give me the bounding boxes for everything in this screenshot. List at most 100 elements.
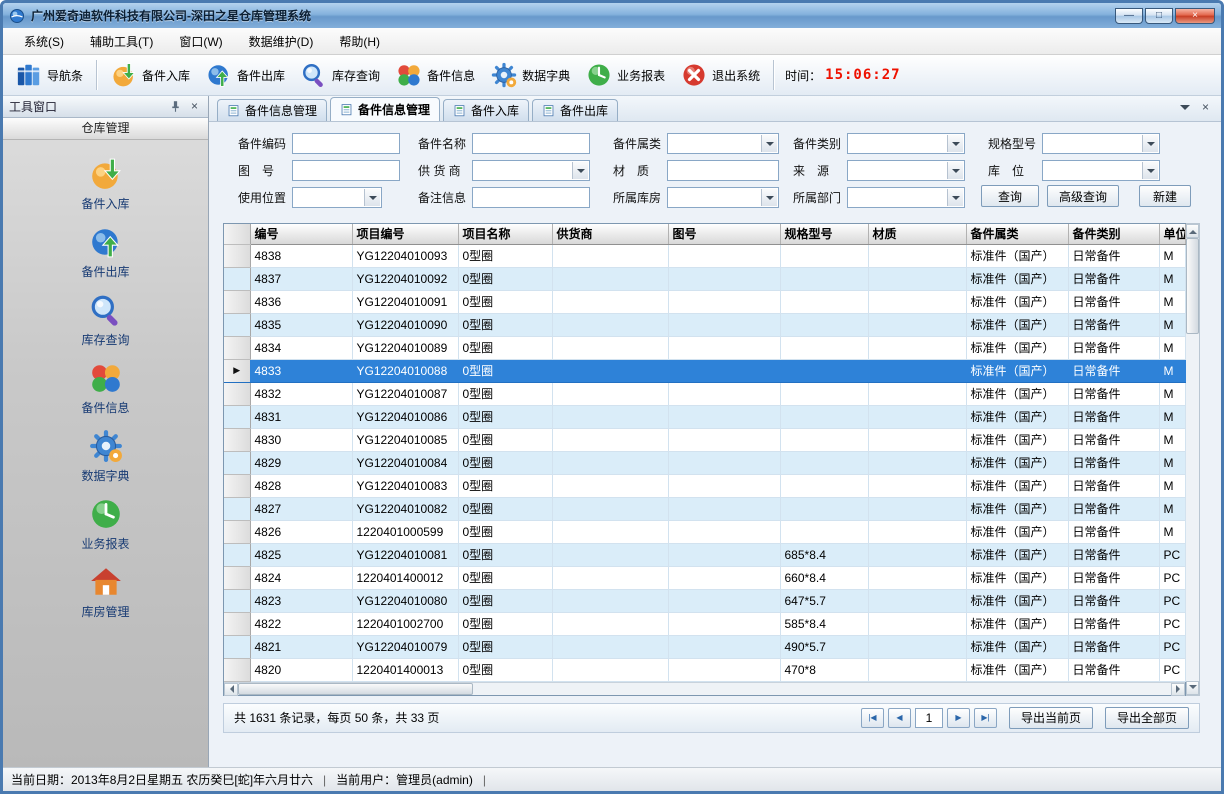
grid-cell[interactable] <box>668 612 780 635</box>
grid-cell[interactable] <box>780 497 868 520</box>
grid-cell[interactable] <box>552 451 668 474</box>
grid-cell[interactable]: 日常备件 <box>1068 474 1159 497</box>
department-select[interactable] <box>847 187 965 208</box>
grid-cell[interactable] <box>668 520 780 543</box>
grid-col-header[interactable]: 备件类别 <box>1068 224 1159 244</box>
grid-cell[interactable]: 4821 <box>250 635 352 658</box>
grid-cell[interactable]: 4822 <box>250 612 352 635</box>
minimize-button[interactable]: — <box>1115 8 1143 24</box>
grid-cell[interactable] <box>668 336 780 359</box>
grid-row[interactable]: 4823YG122040100800型圈647*5.7标准件（国产）日常备件PC <box>224 589 1185 612</box>
grid-cell[interactable] <box>668 451 780 474</box>
grid-cell[interactable]: 标准件（国产） <box>966 451 1068 474</box>
row-selector[interactable] <box>224 451 250 474</box>
grid-cell[interactable] <box>868 612 966 635</box>
grid-col-header[interactable]: 项目编号 <box>352 224 458 244</box>
grid-cell[interactable]: 日常备件 <box>1068 428 1159 451</box>
grid-cell[interactable] <box>668 428 780 451</box>
grid-cell[interactable]: YG12204010087 <box>352 382 458 405</box>
grid-cell[interactable]: 4832 <box>250 382 352 405</box>
grid-cell[interactable]: M <box>1159 382 1185 405</box>
grid-cell[interactable] <box>668 382 780 405</box>
grid-row[interactable]: 482612204010005990型圈标准件（国产）日常备件M <box>224 520 1185 543</box>
grid-cell[interactable]: YG12204010084 <box>352 451 458 474</box>
grid-cell[interactable] <box>780 382 868 405</box>
grid-cell[interactable]: 4828 <box>250 474 352 497</box>
row-selector[interactable] <box>224 405 250 428</box>
grid-cell[interactable]: YG12204010082 <box>352 497 458 520</box>
grid-cell[interactable] <box>552 612 668 635</box>
new-button[interactable]: 新建 <box>1139 185 1191 207</box>
grid-cell[interactable]: 0型圈 <box>458 497 552 520</box>
grid-row[interactable]: 482412204014000120型圈660*8.4标准件（国产）日常备件PC <box>224 566 1185 589</box>
drawing-no-input[interactable] <box>292 160 400 181</box>
grid-row[interactable]: 4821YG122040100790型圈490*5.7标准件（国产）日常备件PC <box>224 635 1185 658</box>
pin-icon[interactable] <box>169 100 182 113</box>
grid-cell[interactable]: 1220401400013 <box>352 658 458 681</box>
grid-cell[interactable] <box>552 336 668 359</box>
grid-cell[interactable]: 标准件（国产） <box>966 244 1068 267</box>
grid-cell[interactable]: 0型圈 <box>458 520 552 543</box>
grid-cell[interactable] <box>780 313 868 336</box>
grid-row[interactable]: 4831YG122040100860型圈标准件（国产）日常备件M <box>224 405 1185 428</box>
location-select[interactable] <box>1042 160 1160 181</box>
grid-cell[interactable]: 0型圈 <box>458 589 552 612</box>
grid-cell[interactable] <box>868 497 966 520</box>
grid-cell[interactable]: 0型圈 <box>458 382 552 405</box>
grid-cell[interactable] <box>552 267 668 290</box>
grid-cell[interactable]: YG12204010088 <box>352 359 458 382</box>
grid-row[interactable]: 482212204010027000型圈585*8.4标准件（国产）日常备件PC <box>224 612 1185 635</box>
query-button[interactable]: 查询 <box>981 185 1039 207</box>
horizontal-scrollbar[interactable] <box>224 682 1185 695</box>
grid-cell[interactable]: 日常备件 <box>1068 635 1159 658</box>
grid-cell[interactable] <box>780 405 868 428</box>
material-input[interactable] <box>667 160 779 181</box>
grid-cell[interactable]: 日常备件 <box>1068 359 1159 382</box>
horizontal-scroll-thumb[interactable] <box>238 683 473 695</box>
export-current-button[interactable]: 导出当前页 <box>1009 707 1093 729</box>
grid-cell[interactable] <box>868 635 966 658</box>
tab-parts-out[interactable]: 备件出库 <box>532 99 618 121</box>
grid-cell[interactable] <box>780 451 868 474</box>
grid-cell[interactable] <box>868 428 966 451</box>
grid-cell[interactable]: 标准件（国产） <box>966 520 1068 543</box>
toolbar-parts-out[interactable]: 备件出库 <box>199 58 292 92</box>
grid-cell[interactable]: 标准件（国产） <box>966 359 1068 382</box>
close-button[interactable]: × <box>1175 8 1215 24</box>
row-selector[interactable] <box>224 474 250 497</box>
grid-cell[interactable] <box>780 428 868 451</box>
sidebar-item-data-dict[interactable]: 数据字典 <box>31 422 181 490</box>
grid-cell[interactable] <box>780 336 868 359</box>
grid-cell[interactable] <box>868 451 966 474</box>
grid-cell[interactable]: YG12204010092 <box>352 267 458 290</box>
remark-input[interactable] <box>472 187 590 208</box>
grid-cell[interactable] <box>868 382 966 405</box>
grid-col-header[interactable]: 材质 <box>868 224 966 244</box>
toolbar-parts-in[interactable]: 备件入库 <box>104 58 197 92</box>
grid-cell[interactable]: 标准件（国产） <box>966 336 1068 359</box>
grid-cell[interactable]: 日常备件 <box>1068 336 1159 359</box>
grid-cell[interactable]: 标准件（国产） <box>966 497 1068 520</box>
grid-cell[interactable]: 0型圈 <box>458 336 552 359</box>
tab-parts-info-manage-1[interactable]: 备件信息管理 <box>217 99 327 121</box>
vertical-scroll-thumb[interactable] <box>1186 238 1199 334</box>
menu-aux-tools[interactable]: 辅助工具(T) <box>77 28 166 54</box>
grid-cell[interactable]: 4831 <box>250 405 352 428</box>
grid-cell[interactable]: 4829 <box>250 451 352 474</box>
menu-system[interactable]: 系统(S) <box>11 28 77 54</box>
grid-cell[interactable]: M <box>1159 244 1185 267</box>
grid-cell[interactable]: 4827 <box>250 497 352 520</box>
grid-cell[interactable]: 4838 <box>250 244 352 267</box>
sidebar-item-parts-info[interactable]: 备件信息 <box>31 354 181 422</box>
grid-cell[interactable] <box>552 359 668 382</box>
grid-col-header[interactable]: 单位 <box>1159 224 1185 244</box>
grid-cell[interactable] <box>668 658 780 681</box>
grid-cell[interactable] <box>668 474 780 497</box>
grid-cell[interactable]: 4835 <box>250 313 352 336</box>
grid-cell[interactable]: 4834 <box>250 336 352 359</box>
grid-cell[interactable] <box>552 382 668 405</box>
grid-cell[interactable] <box>668 589 780 612</box>
next-page-button[interactable]: ▶ <box>947 708 970 728</box>
grid-cell[interactable]: 日常备件 <box>1068 451 1159 474</box>
grid-cell[interactable]: YG12204010085 <box>352 428 458 451</box>
